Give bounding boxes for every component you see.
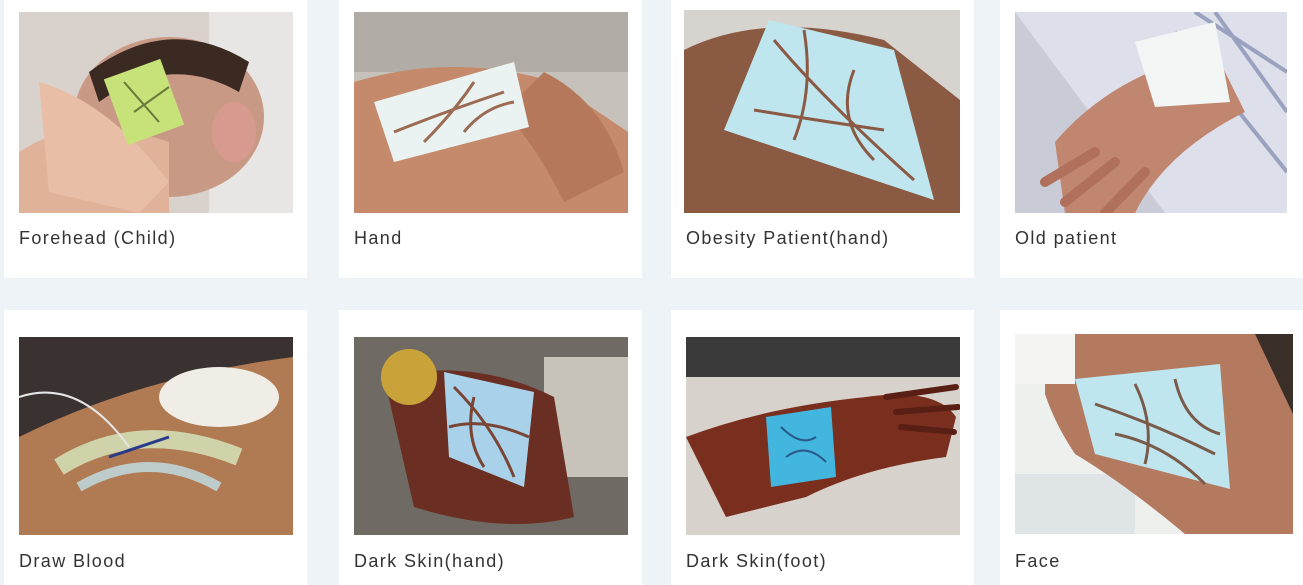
gallery-card-old-patient[interactable]: Old patient bbox=[1000, 0, 1303, 278]
forehead-child-photo bbox=[19, 12, 293, 213]
dark-skin-hand-photo bbox=[354, 337, 628, 535]
gallery-card-face[interactable]: Face bbox=[1000, 310, 1303, 585]
draw-blood-photo bbox=[19, 337, 293, 535]
dark-skin-foot-photo bbox=[686, 337, 960, 535]
caption-dark-skin-hand: Dark Skin(hand) bbox=[354, 551, 506, 571]
caption-obesity-hand: Obesity Patient(hand) bbox=[686, 228, 890, 248]
gallery-card-forehead[interactable]: Forehead (Child) bbox=[4, 0, 307, 278]
caption-hand: Hand bbox=[354, 228, 403, 248]
gallery-card-dark-skin-foot[interactable]: Dark Skin(foot) bbox=[671, 310, 974, 585]
gallery-card-hand[interactable]: Hand bbox=[339, 0, 642, 278]
gallery-card-obesity[interactable]: Obesity Patient(hand) bbox=[671, 0, 974, 278]
hand-photo bbox=[354, 12, 628, 213]
obesity-hand-photo bbox=[684, 10, 960, 213]
caption-face: Face bbox=[1015, 551, 1061, 571]
caption-old-patient: Old patient bbox=[1015, 228, 1118, 248]
caption-draw-blood: Draw Blood bbox=[19, 551, 127, 571]
gallery-card-draw-blood[interactable]: Draw Blood bbox=[4, 310, 307, 585]
old-patient-photo bbox=[1015, 12, 1287, 213]
caption-forehead-child: Forehead (Child) bbox=[19, 228, 177, 248]
caption-dark-skin-foot: Dark Skin(foot) bbox=[686, 551, 828, 571]
gallery-card-dark-skin-hand[interactable]: Dark Skin(hand) bbox=[339, 310, 642, 585]
face-photo bbox=[1015, 334, 1293, 534]
